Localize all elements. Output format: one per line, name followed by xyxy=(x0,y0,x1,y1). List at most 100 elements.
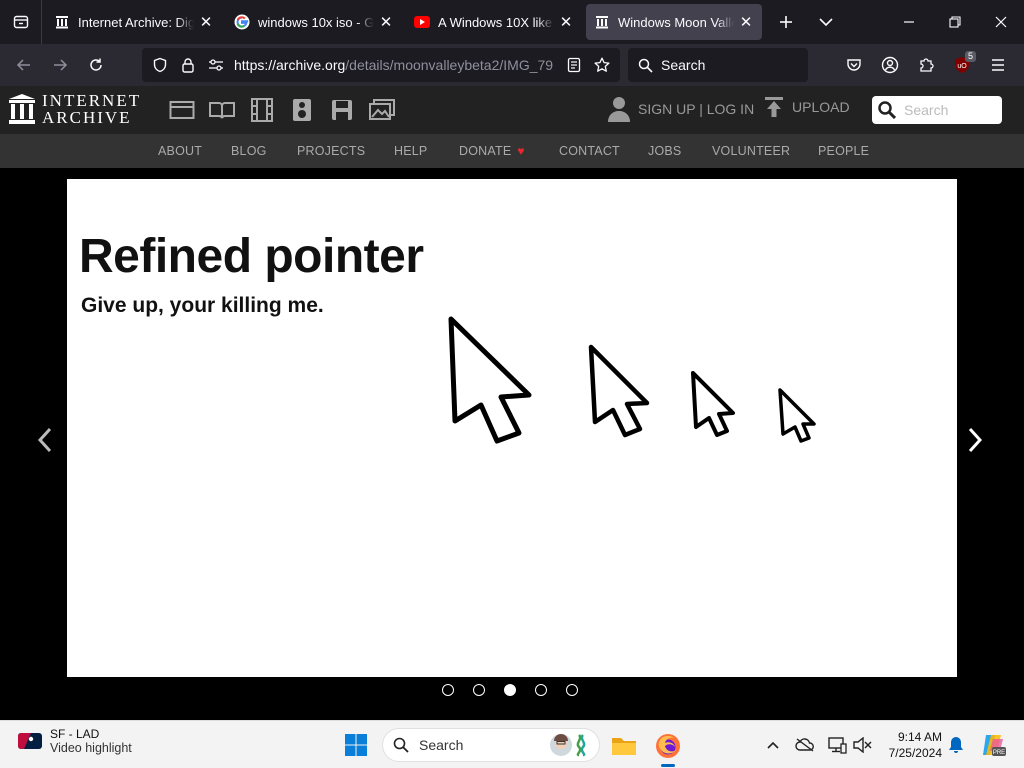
clock-time: 9:14 AM xyxy=(897,730,942,744)
file-explorer-button[interactable] xyxy=(607,729,641,763)
audio-icon[interactable] xyxy=(282,96,322,124)
tab-internet-archive[interactable]: Internet Archive: Digital Library ✕ xyxy=(46,4,222,40)
tracking-protection-icon[interactable] xyxy=(146,57,174,73)
network-icon[interactable] xyxy=(825,733,849,757)
donate-label: DONATE xyxy=(459,144,512,158)
previous-slide-button[interactable] xyxy=(36,426,54,459)
sign-up-log-in-link[interactable]: SIGN UP | LOG IN xyxy=(608,96,754,122)
onedrive-offline-icon[interactable] xyxy=(793,733,817,757)
widgets-news-button[interactable]: SF - LAD Video highlight xyxy=(18,727,132,755)
close-window-button[interactable] xyxy=(978,0,1024,44)
url-path: /details/moonvalleybeta2/IMG_79 xyxy=(345,57,554,73)
extensions-button[interactable] xyxy=(908,49,944,81)
user-icon xyxy=(608,97,630,122)
address-bar[interactable]: https://archive.org/details/moonvalleybe… xyxy=(142,48,620,82)
carousel-dot[interactable] xyxy=(566,684,578,696)
url-text[interactable]: https://archive.org/details/moonvalleybe… xyxy=(234,57,560,73)
restore-button[interactable] xyxy=(932,0,978,44)
copilot-icon[interactable]: PRE xyxy=(978,733,1008,757)
archive-icon xyxy=(54,14,70,30)
carousel-dot[interactable] xyxy=(442,684,454,696)
forward-button[interactable] xyxy=(42,49,78,81)
reload-button[interactable] xyxy=(78,49,114,81)
news-title: SF - LAD xyxy=(50,727,100,741)
list-all-tabs-button[interactable] xyxy=(808,4,844,40)
show-hidden-icons-button[interactable] xyxy=(761,733,785,757)
carousel-dot[interactable] xyxy=(535,684,547,696)
new-tab-button[interactable] xyxy=(768,4,804,40)
start-button[interactable] xyxy=(340,729,372,761)
web-icon[interactable] xyxy=(162,96,202,124)
account-button[interactable] xyxy=(872,49,908,81)
plus-icon xyxy=(780,16,792,28)
archive-building-icon xyxy=(9,94,35,124)
firefox-view-button[interactable] xyxy=(0,0,42,44)
carousel-dot-active[interactable] xyxy=(504,684,516,696)
folder-icon xyxy=(612,738,636,755)
pointer-large xyxy=(448,316,532,444)
video-icon[interactable] xyxy=(242,96,282,124)
svg-text:PRE: PRE xyxy=(993,750,1005,756)
close-tab-icon[interactable]: ✕ xyxy=(738,13,754,31)
permissions-icon[interactable] xyxy=(202,58,230,72)
nav-blog[interactable]: BLOG xyxy=(231,144,267,158)
close-tab-icon[interactable]: ✕ xyxy=(378,13,394,31)
clock-date: 7/25/2024 xyxy=(888,746,942,760)
ia-search-input[interactable]: Search xyxy=(872,96,1002,124)
upload-label: UPLOAD xyxy=(792,99,850,115)
back-button[interactable] xyxy=(6,49,42,81)
lock-icon[interactable] xyxy=(174,57,202,73)
close-tab-icon[interactable]: ✕ xyxy=(198,13,214,31)
browser-search-field[interactable]: Search xyxy=(628,48,808,82)
tab-windows-moon-valley[interactable]: Windows Moon Valley ✕ xyxy=(586,4,762,40)
volume-muted-icon[interactable] xyxy=(850,733,874,757)
taskbar-search[interactable]: Search xyxy=(382,728,600,762)
pocket-button[interactable] xyxy=(836,49,872,81)
images-icon[interactable] xyxy=(362,96,402,124)
reader-view-icon[interactable] xyxy=(560,57,588,73)
reload-icon xyxy=(90,58,102,71)
archive-icon xyxy=(594,14,610,30)
ia-logo[interactable]: INTERNET ARCHIVE xyxy=(8,92,141,126)
ublock-extension-button[interactable]: uO 5 xyxy=(944,49,980,81)
chevron-down-icon xyxy=(819,18,833,27)
nav-projects[interactable]: PROJECTS xyxy=(297,144,365,158)
nav-contact[interactable]: CONTACT xyxy=(559,144,620,158)
tab-title: Windows Moon Valley xyxy=(618,14,734,30)
search-icon xyxy=(878,101,896,119)
close-tab-icon[interactable]: ✕ xyxy=(558,13,574,31)
firefox-taskbar-button[interactable] xyxy=(651,729,685,767)
nav-jobs[interactable]: JOBS xyxy=(648,144,681,158)
app-menu-button[interactable] xyxy=(980,49,1016,81)
ia-top-header: INTERNET ARCHIVE SIGN UP | LOG IN UPLOAD xyxy=(0,86,1024,134)
nav-about[interactable]: ABOUT xyxy=(158,144,202,158)
tab-google-search[interactable]: windows 10x iso - Google Search ✕ xyxy=(226,4,402,40)
toolbar-right-actions: uO 5 xyxy=(836,49,1016,81)
forward-arrow-icon xyxy=(54,59,68,71)
nav-donate[interactable]: DONATE ♥ xyxy=(459,144,525,158)
nav-help[interactable]: HELP xyxy=(394,144,427,158)
chevron-left-icon xyxy=(37,427,52,453)
window-controls xyxy=(886,0,1024,44)
software-icon[interactable] xyxy=(322,96,362,124)
texts-icon[interactable] xyxy=(202,96,242,124)
media-type-icons xyxy=(162,96,402,124)
pointer-tiny xyxy=(778,388,816,443)
windows-logo-icon xyxy=(345,734,367,756)
carousel-dot[interactable] xyxy=(473,684,485,696)
next-slide-button[interactable] xyxy=(966,426,984,459)
nav-volunteer[interactable]: VOLUNTEER xyxy=(712,144,790,158)
system-clock[interactable]: 9:14 AM 7/25/2024 xyxy=(876,729,942,761)
carousel-indicators xyxy=(442,684,597,696)
minimize-button[interactable] xyxy=(886,0,932,44)
notifications-bell-icon[interactable] xyxy=(944,733,968,757)
bookmark-star-icon[interactable] xyxy=(588,57,616,73)
tab-youtube[interactable]: A Windows 10X like OS ✕ xyxy=(406,4,582,40)
extension-badge: 5 xyxy=(964,51,976,62)
pointer-small xyxy=(691,371,735,437)
pointer-illustration xyxy=(448,316,816,444)
pocket-icon xyxy=(847,59,861,71)
search-icon xyxy=(638,58,653,73)
nav-people[interactable]: PEOPLE xyxy=(818,144,869,158)
upload-link[interactable]: UPLOAD xyxy=(764,96,850,118)
